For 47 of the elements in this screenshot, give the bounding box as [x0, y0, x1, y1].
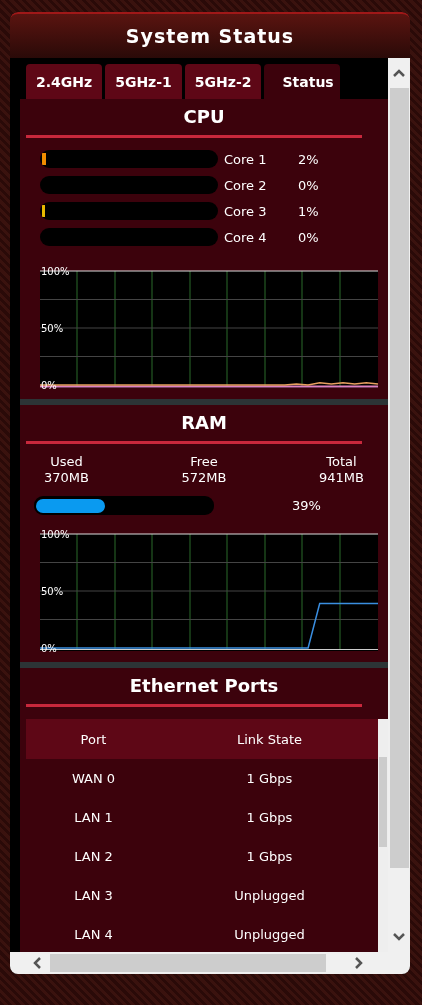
core-label: Core 3 [224, 203, 268, 219]
table-cell: LAN 4 [74, 927, 113, 942]
scroll-down-icon[interactable] [392, 932, 406, 942]
tab[interactable]: 5GHz-2 [184, 64, 262, 99]
table-cell: 1 Gbps [246, 771, 293, 786]
stat-label: Free [190, 454, 218, 470]
axis-label: 100% [41, 528, 70, 540]
core-usage: 0% [298, 177, 319, 193]
table-cell: WAN 0 [71, 771, 116, 786]
scroll-up-icon[interactable] [392, 68, 406, 78]
table-cell: 1 Gbps [246, 849, 293, 864]
column-header: Link State [236, 731, 303, 747]
table-scrollbar[interactable] [378, 719, 388, 952]
section-title: CPU [183, 105, 225, 129]
scroll-left-icon[interactable] [32, 956, 42, 970]
scroll-right-icon[interactable] [354, 956, 364, 970]
core-label: Core 2 [224, 177, 268, 193]
tab[interactable]: Status [264, 64, 340, 99]
table-cell: LAN 2 [74, 849, 113, 864]
tab[interactable]: 5GHz-1 [105, 64, 182, 99]
section-title: RAM [181, 411, 227, 435]
stat-label: Used [50, 454, 83, 470]
axis-label: 50% [41, 322, 64, 334]
stat-value: 572MB [181, 470, 227, 486]
stat-value: 941MB [319, 470, 364, 486]
table-cell: Unplugged [234, 888, 305, 903]
stat-value: 370MB [44, 470, 89, 486]
section-title: Ethernet Ports [129, 674, 279, 698]
core-usage: 2% [298, 151, 319, 167]
table-cell: LAN 3 [74, 888, 113, 903]
table-cell: LAN 1 [74, 810, 113, 825]
axis-label: 100% [41, 265, 70, 277]
core-usage: 0% [298, 229, 319, 245]
core-label: Core 4 [224, 229, 268, 245]
horizontal-scrollbar[interactable] [10, 952, 410, 974]
core-usage: 1% [298, 203, 319, 219]
window-title: System Status [125, 25, 295, 47]
tab[interactable]: 2.4GHz [26, 64, 103, 99]
vertical-scrollbar[interactable] [388, 58, 410, 952]
table-cell: 1 Gbps [246, 810, 293, 825]
ram-percent: 39% [292, 498, 321, 513]
column-header: Port [80, 731, 107, 747]
axis-label: 50% [41, 585, 64, 597]
table-cell: Unplugged [234, 927, 305, 942]
stat-label: Total [326, 454, 357, 470]
core-label: Core 1 [224, 151, 268, 167]
axis-label: 0% [41, 642, 57, 654]
